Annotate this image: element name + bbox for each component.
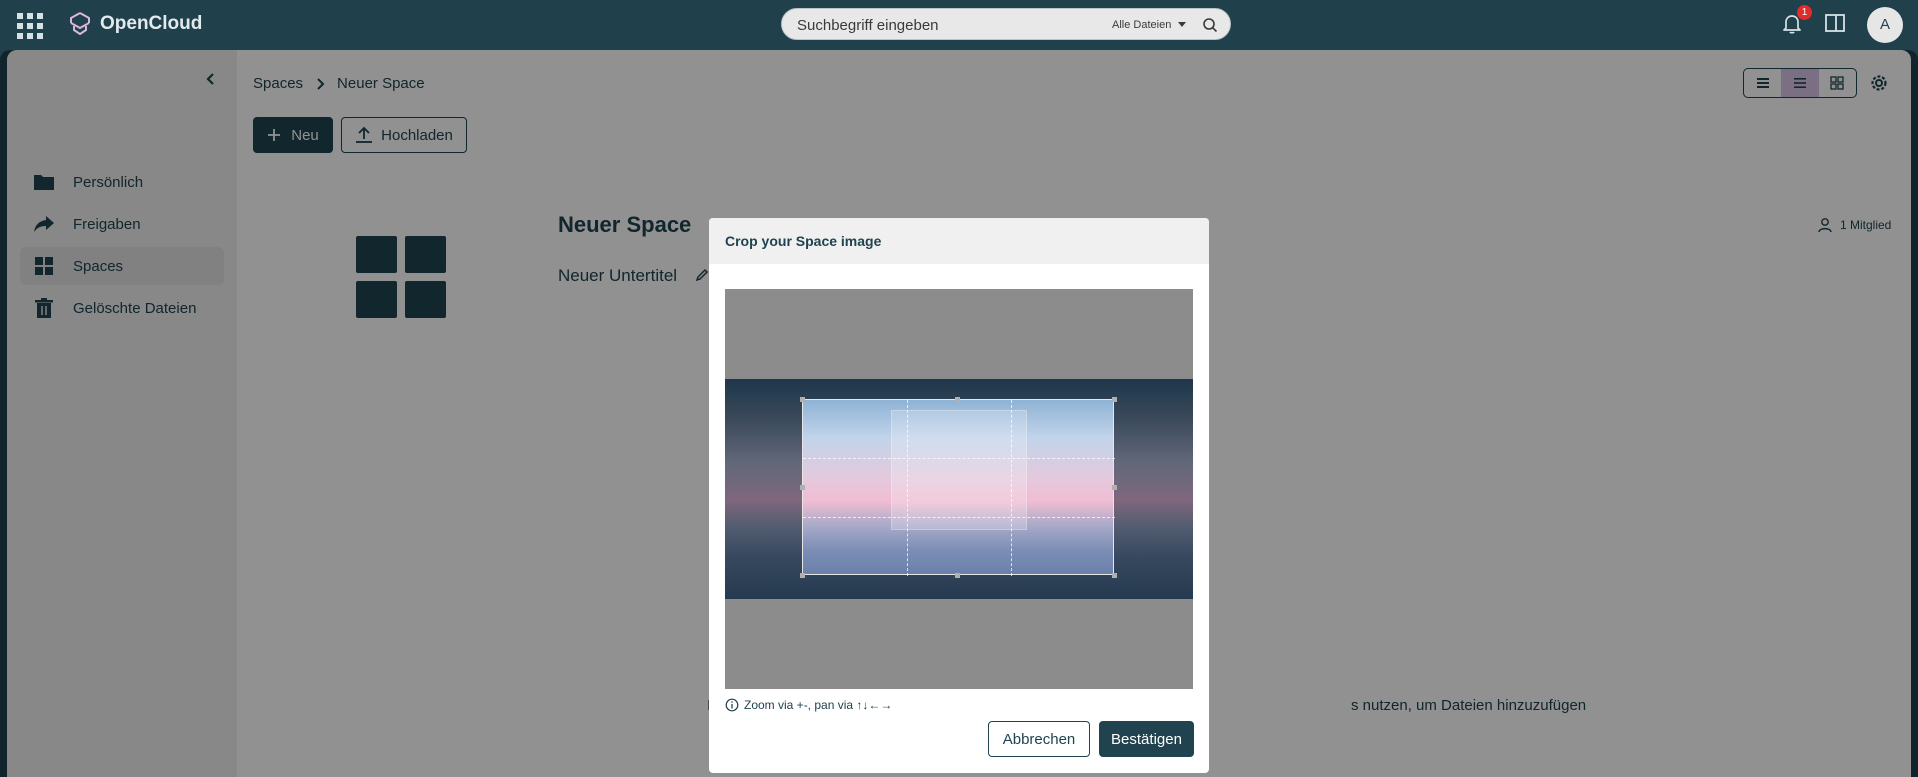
sidebar-panel-icon[interactable]: [1824, 13, 1846, 33]
app-name: OpenCloud: [100, 13, 203, 34]
crop-grid-line: [1011, 400, 1012, 576]
crop-handle-bottom[interactable]: [955, 573, 960, 578]
crop-grid-line: [907, 400, 908, 576]
crop-handle-top-left[interactable]: [800, 397, 805, 402]
notification-badge: 1: [1797, 5, 1812, 20]
image-detail: [891, 410, 1027, 530]
modal-header: Crop your Space image: [709, 218, 1209, 264]
search-scope-select[interactable]: Alle Dateien: [1112, 19, 1171, 31]
cancel-button[interactable]: Abbrechen: [988, 721, 1090, 757]
crop-grid-line: [803, 517, 1115, 518]
modal-title: Crop your Space image: [725, 233, 882, 249]
search-bar[interactable]: Suchbegriff eingeben Alle Dateien: [781, 8, 1231, 40]
crop-grid-line: [803, 458, 1115, 459]
top-bar: OpenCloud Suchbegriff eingeben Alle Date…: [0, 0, 1918, 50]
crop-handle-left[interactable]: [800, 485, 805, 490]
crop-canvas[interactable]: [725, 289, 1193, 689]
zoom-hint-text: Zoom via +-, pan via ↑↓←→: [744, 698, 893, 712]
crop-handle-top[interactable]: [955, 397, 960, 402]
user-avatar[interactable]: A: [1867, 7, 1903, 43]
crop-space-image-modal: Crop your Space image Zoom via +-, pan v…: [709, 218, 1209, 773]
search-icon[interactable]: [1202, 17, 1218, 33]
crop-handle-bottom-right[interactable]: [1112, 573, 1117, 578]
caret-down-icon[interactable]: [1178, 22, 1186, 27]
crop-handle-top-right[interactable]: [1112, 397, 1117, 402]
search-input[interactable]: Suchbegriff eingeben: [797, 17, 939, 34]
app-logo[interactable]: OpenCloud: [68, 11, 202, 37]
info-icon: [725, 698, 739, 712]
crop-selection-box[interactable]: [802, 399, 1115, 576]
crop-handle-right[interactable]: [1112, 485, 1117, 490]
confirm-button[interactable]: Bestätigen: [1099, 721, 1194, 757]
app-switcher-icon[interactable]: [16, 12, 44, 39]
crop-handle-bottom-left[interactable]: [800, 573, 805, 578]
zoom-hint: Zoom via +-, pan via ↑↓←→: [725, 698, 892, 712]
opencloud-logo-icon: [70, 12, 90, 35]
